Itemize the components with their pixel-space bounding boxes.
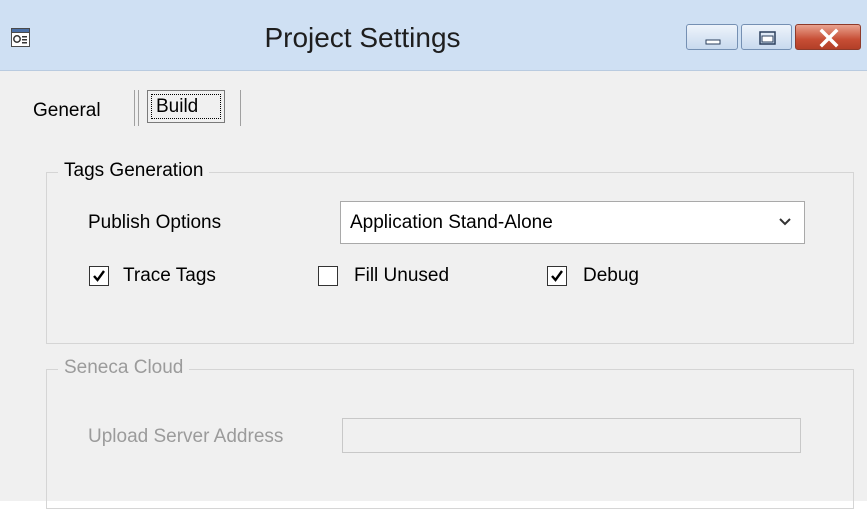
debug-checkbox[interactable]	[547, 266, 567, 286]
upload-server-address-input[interactable]	[342, 418, 801, 453]
maximize-icon	[759, 31, 776, 45]
checkmark-icon	[551, 270, 563, 282]
upload-server-address-label: Upload Server Address	[88, 426, 284, 447]
close-icon	[819, 28, 839, 48]
debug-label[interactable]: Debug	[583, 265, 639, 287]
checkmark-icon	[93, 270, 105, 282]
window-title: Project Settings	[264, 22, 461, 53]
seneca-cloud-legend: Seneca Cloud	[58, 357, 190, 379]
tab-build[interactable]: Build	[147, 90, 225, 123]
trace-tags-checkbox[interactable]	[89, 266, 109, 286]
tab-separator	[240, 90, 241, 126]
publish-options-value: Application Stand-Alone	[350, 212, 553, 233]
fill-unused-label[interactable]: Fill Unused	[354, 265, 449, 287]
tab-build-label: Build	[156, 96, 199, 117]
publish-options-label: Publish Options	[88, 212, 222, 233]
tags-generation-legend: Tags Generation	[58, 160, 210, 182]
fill-unused-checkbox[interactable]	[318, 266, 338, 286]
close-button[interactable]	[795, 24, 861, 50]
tab-general-label: General	[33, 100, 101, 121]
title-bar[interactable]: Project Settings	[0, 0, 867, 71]
minimize-button[interactable]	[686, 24, 738, 50]
trace-tags-label[interactable]: Trace Tags	[123, 265, 216, 287]
tab-separator	[138, 90, 139, 126]
maximize-button[interactable]	[741, 24, 792, 50]
publish-options-select[interactable]: Application Stand-Alone	[340, 201, 805, 244]
project-settings-window: Project Settings General Build Tags Gene…	[0, 0, 867, 509]
tab-separator	[134, 90, 135, 126]
minimize-icon	[705, 39, 721, 45]
chevron-down-icon	[779, 218, 791, 226]
tab-general[interactable]: General	[19, 92, 107, 128]
tags-generation-group	[46, 172, 854, 344]
